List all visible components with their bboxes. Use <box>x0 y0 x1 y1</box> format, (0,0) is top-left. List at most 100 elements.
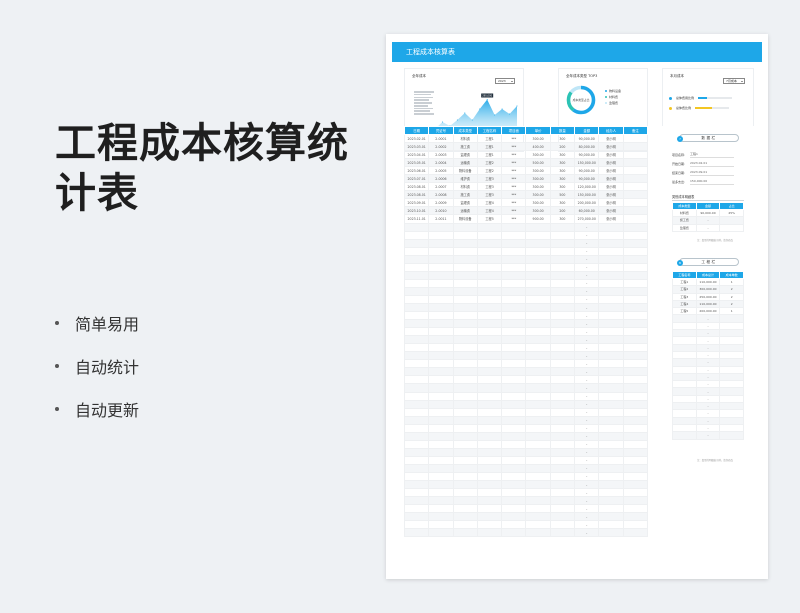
table-cell[interactable]: 2-0010 <box>428 206 454 216</box>
table-cell[interactable] <box>452 270 478 280</box>
table-row[interactable]: - <box>672 321 744 331</box>
column-header[interactable]: 工程名称 <box>672 271 697 279</box>
table-cell[interactable]: 500.00 <box>525 158 551 168</box>
field-value[interactable]: 2023.09.01 <box>690 170 735 176</box>
table-cell[interactable]: - <box>574 455 600 465</box>
table-row[interactable]: 2023.10.01 2-0010 运输费 工程4 *** 300.00 200 60,000… <box>403 206 649 216</box>
table-cell[interactable] <box>525 238 551 248</box>
table-cell[interactable] <box>403 335 430 345</box>
table-row[interactable]: - <box>403 351 649 361</box>
table-cell[interactable]: 张小明 <box>598 206 624 216</box>
table-cell[interactable]: 300 <box>549 182 576 192</box>
table-cell[interactable] <box>598 512 624 522</box>
table-cell[interactable]: 2 <box>719 285 744 294</box>
table-cell[interactable] <box>549 335 576 345</box>
table-cell[interactable] <box>672 416 697 425</box>
table-cell[interactable] <box>598 415 624 425</box>
table-cell[interactable] <box>719 365 744 374</box>
table-cell[interactable] <box>525 311 551 321</box>
table-cell[interactable] <box>549 238 576 248</box>
table-cell[interactable] <box>476 238 503 248</box>
table-cell[interactable]: 施工费 <box>452 190 478 200</box>
table-cell[interactable] <box>719 372 744 382</box>
table-cell[interactable] <box>549 230 576 240</box>
table-cell[interactable] <box>525 222 551 232</box>
table-cell[interactable]: 张小明 <box>598 214 624 224</box>
table-row[interactable]: - <box>403 447 649 457</box>
table-cell[interactable] <box>622 262 649 272</box>
table-cell[interactable] <box>598 391 624 401</box>
table-cell[interactable] <box>525 431 551 441</box>
table-cell[interactable] <box>549 520 576 530</box>
table-cell[interactable]: 2-0005 <box>428 166 454 176</box>
table-cell[interactable] <box>403 480 430 490</box>
table-cell[interactable] <box>525 359 551 369</box>
table-cell[interactable] <box>403 415 430 425</box>
field-value[interactable]: 2023.02.01 <box>690 161 735 167</box>
table-cell[interactable] <box>428 343 454 353</box>
table-cell[interactable] <box>622 206 649 216</box>
table-cell[interactable] <box>428 504 454 514</box>
table-row[interactable]: - <box>403 488 649 498</box>
table-cell[interactable]: 2-0011 <box>428 214 454 224</box>
table-cell[interactable]: - <box>695 365 721 374</box>
table-cell[interactable] <box>549 302 576 313</box>
table-cell[interactable]: - <box>574 407 600 417</box>
table-cell[interactable] <box>549 399 576 409</box>
table-cell[interactable] <box>476 496 503 506</box>
table-cell[interactable]: - <box>574 512 600 522</box>
table-cell[interactable]: 2023.11.01 <box>403 214 430 224</box>
table-cell[interactable] <box>622 278 649 288</box>
table-cell[interactable] <box>549 415 576 425</box>
table-cell[interactable] <box>403 351 430 361</box>
table-cell[interactable]: - <box>574 463 600 473</box>
table-cell[interactable] <box>476 335 503 345</box>
table-row[interactable]: - <box>403 439 649 449</box>
table-cell[interactable] <box>452 439 478 449</box>
table-cell[interactable]: - <box>574 254 600 264</box>
table-cell[interactable]: - <box>695 350 721 360</box>
table-cell[interactable] <box>549 262 576 272</box>
table-cell[interactable] <box>403 520 430 530</box>
table-cell[interactable] <box>622 367 649 377</box>
table-cell[interactable]: *** <box>501 133 527 144</box>
table-row[interactable]: 材料费 90,000.00 25% <box>672 208 744 218</box>
table-cell[interactable] <box>476 407 503 417</box>
table-cell[interactable] <box>549 480 576 490</box>
table-cell[interactable]: - <box>695 431 721 440</box>
table-cell[interactable] <box>452 335 478 345</box>
table-cell[interactable] <box>598 375 624 385</box>
table-cell[interactable] <box>549 512 576 522</box>
table-cell[interactable] <box>598 455 624 465</box>
table-cell[interactable]: 1 <box>719 307 744 316</box>
table-cell[interactable] <box>428 528 454 538</box>
table-cell[interactable] <box>549 311 576 321</box>
table-cell[interactable] <box>525 375 551 385</box>
table-cell[interactable] <box>525 528 551 538</box>
table-cell[interactable]: - <box>695 380 721 389</box>
table-cell[interactable] <box>501 367 527 377</box>
table-cell[interactable] <box>501 375 527 385</box>
table-cell[interactable] <box>476 302 503 313</box>
column-header[interactable]: 成本类型 <box>452 126 478 135</box>
table-cell[interactable] <box>525 512 551 522</box>
table-cell[interactable] <box>622 496 649 506</box>
table-row[interactable]: - <box>403 311 649 321</box>
table-cell[interactable]: 110,000.00 <box>695 277 721 287</box>
table-cell[interactable] <box>719 321 744 331</box>
table-row[interactable]: 工程4 110,000.00 2 <box>672 299 744 309</box>
table-cell[interactable] <box>428 455 454 465</box>
table-row[interactable]: 2023.02.01 2-0001 材料费 工程1 *** 300.00 300 90,000… <box>403 133 649 144</box>
table-cell[interactable] <box>501 359 527 369</box>
table-cell[interactable]: *** <box>501 166 527 176</box>
table-cell[interactable] <box>598 319 624 329</box>
table-cell[interactable] <box>622 230 649 240</box>
table-cell[interactable]: - <box>574 471 600 482</box>
table-cell[interactable] <box>672 431 697 440</box>
table-cell[interactable] <box>476 431 503 441</box>
table-row[interactable]: - <box>403 230 649 240</box>
table-cell[interactable]: 张小明 <box>598 142 624 152</box>
table-cell[interactable] <box>672 380 697 389</box>
table-cell[interactable] <box>428 254 454 264</box>
table-cell[interactable]: - <box>574 496 600 506</box>
